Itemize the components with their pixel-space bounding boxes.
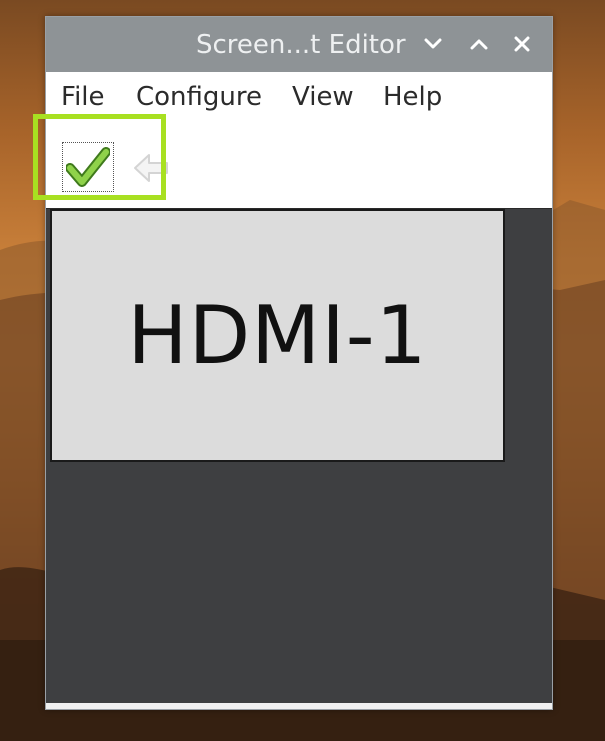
menu-configure[interactable]: Configure bbox=[136, 82, 262, 112]
apply-button[interactable] bbox=[62, 142, 114, 192]
screen-layout-canvas[interactable]: HDMI-1 bbox=[46, 208, 552, 709]
close-icon bbox=[514, 36, 530, 52]
window-bottom-border bbox=[46, 703, 552, 709]
toolbar bbox=[46, 120, 552, 208]
titlebar[interactable]: Screen...t Editor bbox=[46, 17, 552, 72]
back-button[interactable] bbox=[126, 146, 176, 190]
close-button[interactable] bbox=[507, 29, 537, 59]
screen-layout-editor-window: Screen...t Editor File Configure View He… bbox=[45, 16, 553, 710]
menu-help[interactable]: Help bbox=[383, 82, 442, 112]
window-title: Screen...t Editor bbox=[196, 30, 406, 60]
chevron-down-icon bbox=[424, 38, 442, 49]
back-arrow-icon bbox=[134, 154, 168, 182]
display-label: HDMI-1 bbox=[127, 289, 428, 382]
chevron-up-icon bbox=[470, 39, 488, 50]
checkmark-icon bbox=[66, 147, 110, 187]
display-hdmi-1[interactable]: HDMI-1 bbox=[50, 209, 505, 462]
maximize-button[interactable] bbox=[464, 29, 494, 59]
menu-file[interactable]: File bbox=[61, 82, 105, 112]
minimize-button[interactable] bbox=[418, 29, 448, 59]
menu-view[interactable]: View bbox=[292, 82, 354, 112]
menu-bar: File Configure View Help bbox=[46, 72, 552, 120]
